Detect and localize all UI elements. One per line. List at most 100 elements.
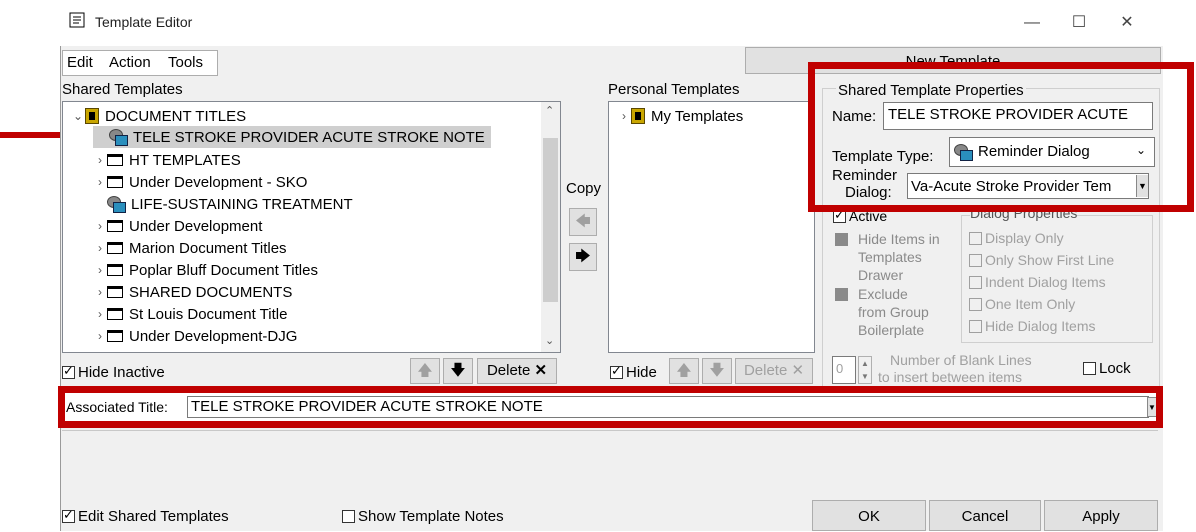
folder-icon <box>107 242 123 254</box>
checkbox-box[interactable] <box>835 288 848 301</box>
display-only-checkbox[interactable]: Display Only <box>969 230 1064 246</box>
arrow-down-icon: 🡇 <box>450 362 466 379</box>
scroll-down-icon[interactable]: ⌄ <box>545 334 554 347</box>
shared-templates-label: Shared Templates <box>62 81 183 98</box>
checkbox-box[interactable] <box>969 232 982 245</box>
maximize-button[interactable]: ☐ <box>1064 8 1094 38</box>
chevron-right-icon[interactable]: › <box>93 285 107 299</box>
checkbox-box[interactable] <box>969 298 982 311</box>
scrollbar-thumb[interactable] <box>543 138 558 302</box>
personal-templates-tree[interactable]: › My Templates <box>608 101 815 353</box>
tree-item-marion[interactable]: › Marion Document Titles <box>93 237 287 259</box>
only-first-line-checkbox[interactable]: Only Show First Line <box>969 252 1114 268</box>
minimize-button[interactable]: — <box>1017 8 1047 38</box>
tree-item-under-development-djg[interactable]: › Under Development-DJG <box>93 325 297 347</box>
tree-item-my-templates[interactable]: › My Templates <box>617 105 743 127</box>
template-editor-icon <box>68 10 88 30</box>
tree-item-ht-templates[interactable]: › HT TEMPLATES <box>93 149 241 171</box>
tree-item-st-louis[interactable]: › St Louis Document Title <box>93 303 287 325</box>
hide-checkbox[interactable]: Hide <box>610 363 657 381</box>
book-icon <box>631 108 645 124</box>
personal-delete-button[interactable]: Delete ✕ <box>735 358 813 384</box>
checkbox-box[interactable] <box>610 363 623 379</box>
hide-inactive-checkbox[interactable]: Hide Inactive <box>62 363 165 381</box>
folder-icon <box>107 330 123 342</box>
tree-item-shared-documents[interactable]: › SHARED DOCUMENTS <box>93 281 292 303</box>
tree-item-document-titles[interactable]: ⌄ DOCUMENT TITLES <box>71 105 246 127</box>
delete-x-icon: ✕ <box>791 362 805 379</box>
menu-edit[interactable]: Edit <box>67 54 93 71</box>
copy-label: Copy <box>566 180 602 197</box>
checkbox-box[interactable] <box>969 276 982 289</box>
indent-items-checkbox[interactable]: Indent Dialog Items <box>969 274 1106 290</box>
folder-icon <box>107 154 123 166</box>
hide-dialog-items-checkbox[interactable]: Hide Dialog Items <box>969 318 1096 334</box>
chevron-right-icon[interactable]: › <box>93 175 107 189</box>
chevron-right-icon[interactable]: › <box>93 219 107 233</box>
folder-icon <box>107 308 123 320</box>
blank-lines-spinner[interactable]: ▲ ▼ <box>858 356 872 384</box>
menu-action[interactable]: Action <box>109 54 151 71</box>
blank-lines-label-1: Number of Blank Lines <box>890 352 1032 368</box>
reminder-dialog-icon <box>107 196 126 213</box>
highlight-box-associated <box>58 386 1163 428</box>
edit-shared-checkbox[interactable]: Edit Shared Templates <box>62 507 229 525</box>
checkbox-box[interactable] <box>835 233 848 246</box>
shared-delete-button[interactable]: Delete ✕ <box>477 358 557 384</box>
shared-tree-scrollbar[interactable]: ⌃ ⌄ <box>541 102 560 352</box>
exclude-checkbox[interactable]: Exclude from Group Boilerplate <box>835 286 929 338</box>
chevron-down-icon[interactable]: ⌄ <box>71 109 85 123</box>
window-title: Template Editor <box>95 14 193 30</box>
delete-x-icon: ✕ <box>534 362 548 379</box>
arrow-up-icon: 🡅 <box>676 362 692 379</box>
tree-item-life-sustaining[interactable]: LIFE-SUSTAINING TREATMENT <box>93 193 353 215</box>
checkbox-box[interactable] <box>969 320 982 333</box>
tree-item-selected[interactable]: TELE STROKE PROVIDER ACUTE STROKE NOTE <box>93 126 491 148</box>
tree-item-under-development-sko[interactable]: › Under Development - SKO <box>93 171 307 193</box>
chevron-right-icon[interactable]: › <box>93 241 107 255</box>
apply-button[interactable]: Apply <box>1044 500 1158 531</box>
title-bar <box>60 0 1163 46</box>
move-up-button[interactable]: 🡅 <box>410 358 440 384</box>
shared-templates-tree[interactable]: ⌄ DOCUMENT TITLES TELE STROKE PROVIDER AC… <box>62 101 561 353</box>
tree-item-under-development[interactable]: › Under Development <box>93 215 262 237</box>
folder-icon <box>107 264 123 276</box>
book-icon <box>85 108 99 124</box>
checkbox-box[interactable] <box>62 363 75 379</box>
blank-lines-label-2: to insert between items <box>878 369 1022 385</box>
one-item-checkbox[interactable]: One Item Only <box>969 296 1075 312</box>
hide-items-checkbox[interactable]: Hide Items in Templates Drawer <box>835 231 940 283</box>
cancel-button[interactable]: Cancel <box>929 500 1041 531</box>
chevron-right-icon[interactable]: › <box>93 153 107 167</box>
chevron-right-icon[interactable]: › <box>617 109 631 123</box>
copy-left-button[interactable]: 🡄 <box>569 208 597 236</box>
arrow-down-icon: 🡇 <box>709 362 725 379</box>
chevron-right-icon[interactable]: › <box>93 329 107 343</box>
highlight-box-properties <box>808 62 1194 212</box>
personal-move-up-button[interactable]: 🡅 <box>669 358 699 384</box>
chevron-right-icon[interactable]: › <box>93 307 107 321</box>
lock-checkbox[interactable]: Lock <box>1083 360 1131 377</box>
checkbox-box[interactable] <box>342 510 355 523</box>
template-notes-area[interactable] <box>62 430 1158 494</box>
checkbox-box[interactable] <box>969 254 982 267</box>
chevron-right-icon[interactable]: › <box>93 263 107 277</box>
checkbox-box[interactable] <box>1083 362 1096 375</box>
show-notes-checkbox[interactable]: Show Template Notes <box>342 508 504 525</box>
scroll-up-icon[interactable]: ⌃ <box>545 104 554 117</box>
folder-icon <box>107 176 123 188</box>
menu-tools[interactable]: Tools <box>168 54 203 71</box>
copy-right-button[interactable]: 🡆 <box>569 243 597 271</box>
blank-lines-field[interactable]: 0 <box>832 356 856 384</box>
move-down-button[interactable]: 🡇 <box>443 358 473 384</box>
folder-icon <box>107 286 123 298</box>
arrow-right-icon: 🡆 <box>575 248 591 265</box>
folder-icon <box>107 220 123 232</box>
personal-move-down-button[interactable]: 🡇 <box>702 358 732 384</box>
ok-button[interactable]: OK <box>812 500 926 531</box>
tree-item-poplar-bluff[interactable]: › Poplar Bluff Document Titles <box>93 259 318 281</box>
checkbox-box[interactable] <box>62 507 75 523</box>
arrow-left-icon: 🡄 <box>575 213 591 230</box>
arrow-up-icon: 🡅 <box>417 362 433 379</box>
close-button[interactable]: ✕ <box>1112 8 1142 38</box>
